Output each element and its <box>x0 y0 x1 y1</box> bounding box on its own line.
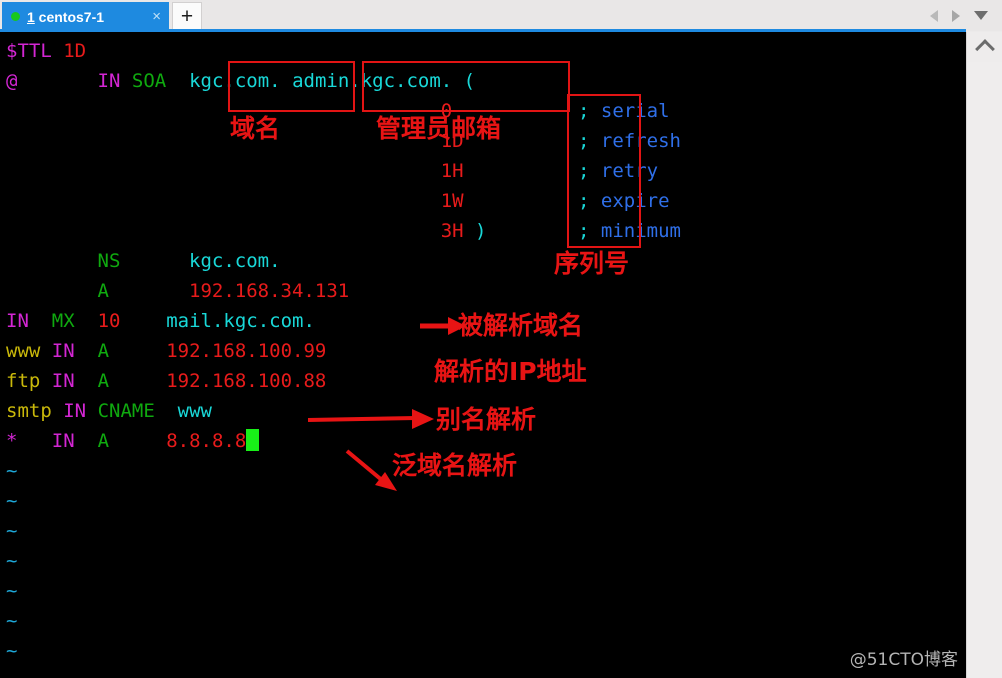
terminal-text-area: $TTL 1D @ IN SOA kgc.com. admin.kgc.com. … <box>0 32 966 678</box>
vim-empty-line-marker: ~ <box>6 580 18 602</box>
terminal-screen[interactable]: $TTL 1D @ IN SOA kgc.com. admin.kgc.com. … <box>0 32 966 678</box>
line-www: www IN A 192.168.100.99 <box>6 340 327 362</box>
tab-toolbar <box>902 0 998 31</box>
line-smtp: smtp IN CNAME www <box>6 400 212 422</box>
line-minimum: 3H ) ; minimum <box>440 220 681 242</box>
tab-index: 1 <box>27 8 35 25</box>
vim-empty-line-marker: ~ <box>6 640 18 662</box>
scroll-up-button[interactable] <box>967 32 1002 62</box>
scrollbar-track[interactable] <box>967 62 1002 678</box>
terminal-window: 1 centos7-1 × + $TTL 1D @ IN SOA kgc.com.… <box>0 0 1002 678</box>
line-soa: @ IN SOA kgc.com. admin.kgc.com. ( <box>6 70 476 92</box>
tab-status-dot <box>11 12 20 21</box>
vertical-scrollbar[interactable] <box>966 32 1002 678</box>
vim-empty-line-marker: ~ <box>6 550 18 572</box>
tab-bar: 1 centos7-1 × + <box>0 0 1002 32</box>
line-ftp: ftp IN A 192.168.100.88 <box>6 370 327 392</box>
tab-name: centos7-1 <box>34 8 105 25</box>
tab-centos7-1[interactable]: 1 centos7-1 × <box>2 2 169 31</box>
line-wildcard: * IN A 8.8.8.8 <box>6 426 260 456</box>
next-tab-icon[interactable] <box>952 9 960 22</box>
terminal-cursor <box>246 429 260 451</box>
line-refresh: 1D ; refresh <box>440 130 681 152</box>
new-tab-button[interactable]: + <box>172 2 202 31</box>
tab-title: 1 centos7-1 <box>27 9 104 25</box>
line-ttl: $TTL 1D <box>6 40 87 62</box>
close-icon[interactable]: × <box>152 9 161 24</box>
line-retry: 1H ; retry <box>440 160 659 182</box>
watermark: @51CTO博客 <box>849 650 958 670</box>
chevron-up-icon <box>974 39 995 59</box>
line-serial: 0 ; serial <box>440 100 670 122</box>
previous-tab-icon[interactable] <box>930 9 938 22</box>
line-expire: 1W ; expire <box>440 190 670 212</box>
line-mx: IN MX 10 mail.kgc.com. <box>6 310 315 332</box>
line-a-ns: A 192.168.34.131 <box>97 280 350 302</box>
vim-empty-line-marker: ~ <box>6 460 18 482</box>
vim-empty-line-marker: ~ <box>6 610 18 632</box>
vim-empty-line-marker: ~ <box>6 490 18 512</box>
chevron-down-icon[interactable] <box>974 11 988 20</box>
vim-empty-line-marker: ~ <box>6 520 18 542</box>
line-ns: NS kgc.com. <box>97 250 281 272</box>
